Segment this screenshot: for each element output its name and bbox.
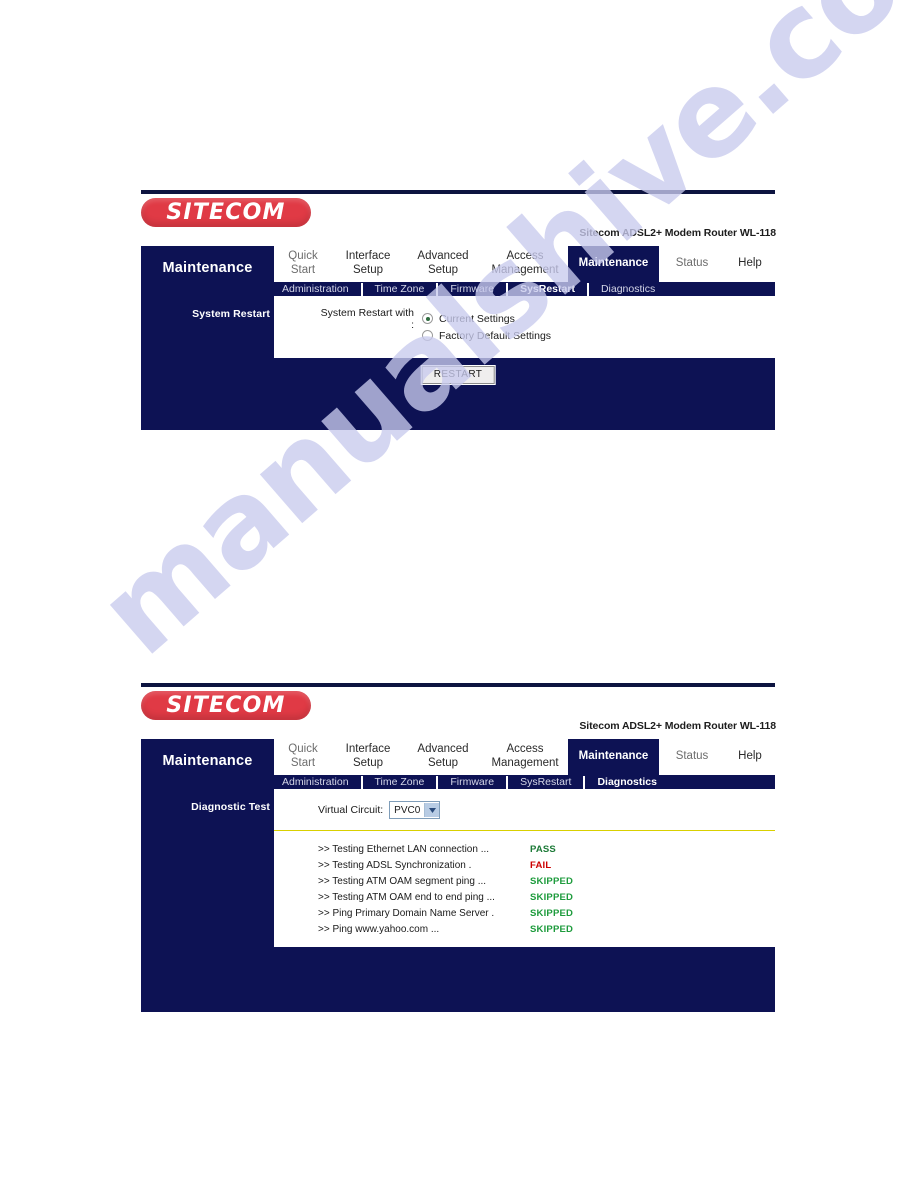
restart-button-bar: RESTART — [141, 358, 775, 396]
status-badge: SKIPPED — [530, 876, 574, 887]
system-restart-section: System Restart System Restart with : Cur… — [141, 296, 775, 358]
subtab-time-zone[interactable]: Time Zone — [363, 776, 437, 788]
sub-tab-bar: Administration Time Zone Firmware SysRes… — [274, 282, 775, 296]
test-name: >> Testing ATM OAM end to end ping ... — [318, 892, 495, 903]
radio-factory-default-settings[interactable] — [422, 330, 433, 341]
status-badge: SKIPPED — [530, 908, 574, 919]
radio-factory-default-settings-label: Factory Default Settings — [439, 329, 552, 342]
test-name: >> Ping Primary Domain Name Server . — [318, 908, 495, 919]
table-row: >> Ping www.yahoo.com ... SKIPPED — [318, 924, 763, 940]
status-badge: SKIPPED — [530, 892, 574, 903]
diagnostic-results-list: >> Testing Ethernet LAN connection ... P… — [318, 844, 763, 940]
router-ui-screenshot-sysrestart: SITECOM Sitecom ADSL2+ Modem Router WL-1… — [141, 194, 776, 430]
subtab-sysrestart[interactable]: SysRestart — [508, 776, 583, 788]
virtual-circuit-label: Virtual Circuit: — [318, 804, 384, 816]
brand-bar: SITECOM Sitecom ADSL2+ Modem Router WL-1… — [141, 687, 776, 739]
navigation-area: Maintenance Quick Start Interface Setup … — [141, 739, 775, 789]
sitecom-logo: SITECOM — [141, 691, 311, 720]
test-name: >> Testing Ethernet LAN connection ... — [318, 844, 490, 855]
radio-current-settings-label: Current Settings — [439, 312, 515, 325]
status-badge: FAIL — [530, 860, 552, 871]
virtual-circuit-select[interactable]: PVC0 — [389, 801, 441, 819]
navigation-area: Maintenance Quick Start Interface Setup … — [141, 246, 775, 296]
router-model-label: Sitecom ADSL2+ Modem Router WL-118 — [579, 227, 776, 239]
subtab-time-zone[interactable]: Time Zone — [363, 283, 437, 295]
restart-button[interactable]: RESTART — [421, 366, 495, 384]
brand-bar: SITECOM Sitecom ADSL2+ Modem Router WL-1… — [141, 194, 776, 246]
sitecom-logo-text: SITECOM — [166, 693, 286, 718]
subtab-administration[interactable]: Administration — [274, 283, 361, 295]
table-row: >> Testing ATM OAM segment ping ... SKIP… — [318, 876, 763, 892]
subtab-firmware[interactable]: Firmware — [438, 283, 506, 295]
system-restart-option-current[interactable]: System Restart with : Current Settings — [318, 307, 551, 331]
test-name: >> Ping www.yahoo.com ... — [318, 924, 440, 935]
diagnostic-test-section: Diagnostic Test Virtual Circuit: PVC0 >>… — [141, 789, 775, 947]
status-badge: SKIPPED — [530, 924, 574, 935]
subtab-firmware[interactable]: Firmware — [438, 776, 506, 788]
page-title: Maintenance — [162, 753, 253, 769]
sitecom-logo: SITECOM — [141, 198, 311, 227]
subtab-diagnostics[interactable]: Diagnostics — [585, 776, 669, 788]
test-name: >> Testing ATM OAM segment ping ... — [318, 876, 487, 887]
system-restart-with-label: System Restart with : — [320, 306, 414, 331]
panel-footer — [141, 947, 775, 977]
sub-tab-bar: Administration Time Zone Firmware SysRes… — [274, 775, 775, 789]
virtual-circuit-value: PVC0 — [394, 804, 421, 816]
system-restart-label: System Restart — [192, 308, 270, 320]
subtab-administration[interactable]: Administration — [274, 776, 361, 788]
sitecom-logo-text: SITECOM — [166, 200, 286, 225]
system-restart-body: System Restart with : Current Settings F… — [274, 296, 775, 358]
diagnostic-test-body: Virtual Circuit: PVC0 >> Testing Etherne… — [274, 789, 775, 947]
page-title: Maintenance — [162, 260, 253, 276]
router-ui-screenshot-diagnostics: SITECOM Sitecom ADSL2+ Modem Router WL-1… — [141, 687, 776, 1012]
subtab-diagnostics[interactable]: Diagnostics — [589, 283, 667, 295]
table-row: >> Testing Ethernet LAN connection ... P… — [318, 844, 763, 860]
section-divider — [274, 830, 775, 831]
table-row: >> Testing ADSL Synchronization . FAIL — [318, 860, 763, 876]
subtab-sysrestart[interactable]: SysRestart — [508, 283, 587, 295]
virtual-circuit-row: Virtual Circuit: PVC0 — [318, 801, 441, 819]
status-badge: PASS — [530, 844, 556, 855]
system-restart-form: System Restart with : Current Settings F… — [318, 307, 552, 344]
table-row: >> Testing ATM OAM end to end ping ... S… — [318, 892, 763, 908]
chevron-down-icon[interactable] — [424, 803, 440, 817]
test-name: >> Testing ADSL Synchronization . — [318, 860, 472, 871]
table-row: >> Ping Primary Domain Name Server . SKI… — [318, 908, 763, 924]
diagnostic-test-label: Diagnostic Test — [191, 801, 270, 813]
router-model-label: Sitecom ADSL2+ Modem Router WL-118 — [579, 720, 776, 732]
radio-current-settings[interactable] — [422, 313, 433, 324]
